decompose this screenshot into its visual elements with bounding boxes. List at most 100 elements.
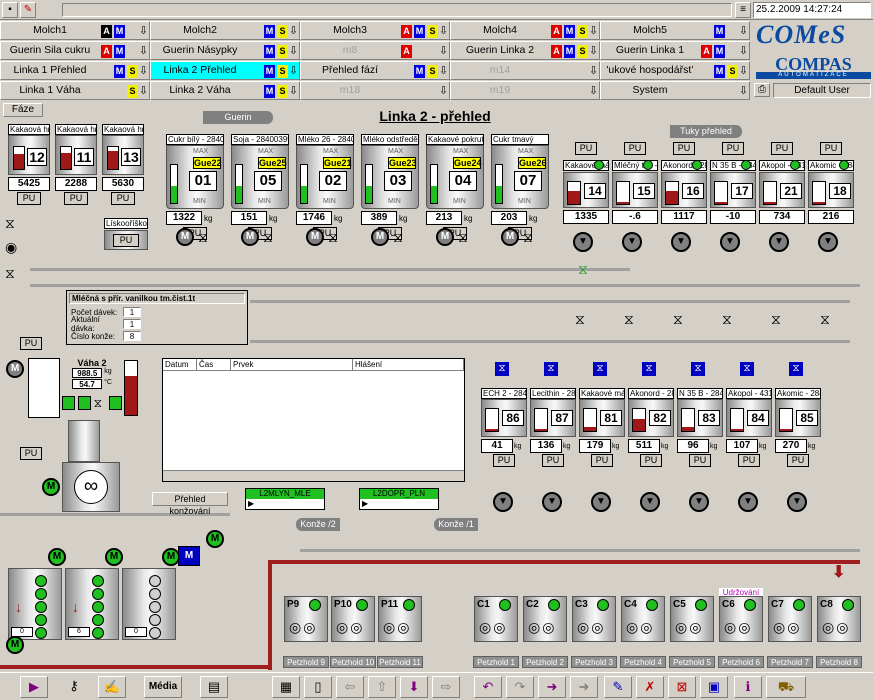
table-header[interactable]: Prvek — [231, 359, 353, 371]
truck-icon[interactable]: ⛟ — [766, 676, 806, 698]
petzhold-label[interactable]: Petzhold 10 — [330, 656, 376, 668]
valve-icon[interactable]: ⧖ — [5, 216, 15, 230]
key-icon[interactable]: ⚷ — [60, 676, 88, 698]
mill-status[interactable]: L2MLYN_MLE ▶ — [245, 488, 325, 510]
chevron-down-icon[interactable]: ⇩ — [737, 44, 750, 58]
pump-icon[interactable]: ▼ — [689, 492, 709, 512]
valve-icon[interactable]: ⧖ — [458, 230, 468, 244]
weigh-tank[interactable]: Akonord - 28 82 511 kg PU — [628, 388, 674, 468]
petzhold-label[interactable]: Petzhold 9 — [283, 656, 329, 668]
nav-cell[interactable]: Guerin Sila cukru A M ⇩ — [0, 41, 150, 60]
motor-icon[interactable]: M — [105, 548, 123, 566]
nav-cell[interactable]: Guerin Linka 1 A M ⇩ — [600, 41, 750, 60]
storage-tank[interactable]: Kakaová hm 11 2288PU — [55, 124, 97, 205]
pen-icon[interactable]: ✎ — [20, 2, 36, 18]
chevron-down-icon[interactable]: ⇩ — [437, 44, 450, 58]
pump-icon[interactable]: ▼ — [769, 232, 789, 252]
silo[interactable]: Soja - 28400399 MAX MIN Gue25 05 151 kg PU — [231, 134, 289, 244]
petzhold-label[interactable]: Petzhold 7 — [767, 656, 813, 668]
silo[interactable]: Mléko odstředě MAX MIN Gue23 03 389 kg PU — [361, 134, 419, 244]
message-table[interactable]: Datum Čas Prvek Hlášení — [162, 358, 465, 482]
valve-icon[interactable]: ⧖ — [523, 230, 533, 244]
valve-icon[interactable]: ⧖ — [740, 362, 754, 376]
fat-tank[interactable]: PU Akopol - 431 21 734 — [759, 142, 805, 224]
storage-tank[interactable]: Kakaová hm 12 5425PU — [8, 124, 50, 205]
nav-cell[interactable]: Molch4 A M S ⇩ — [450, 21, 600, 40]
chevron-down-icon[interactable]: ⇩ — [587, 24, 600, 38]
petzhold-label[interactable]: Petzhold 6 — [718, 656, 764, 668]
fat-tank[interactable]: PU Akonord - 28 16 1117 — [661, 142, 707, 224]
fat-tank[interactable]: PU Mléčný tuk -15 -.6 — [612, 142, 658, 224]
lisko-tank[interactable]: Lískooříškov PU — [104, 218, 148, 258]
conche[interactable]: P9 ◎◎ Petzhold 9 — [283, 576, 329, 668]
motor-icon[interactable]: M — [176, 228, 194, 246]
nav-cell[interactable]: m14 ⇩ — [450, 61, 600, 80]
mill-status[interactable]: L2DOPR_PLN ▶ — [359, 488, 439, 510]
valve-icon[interactable]: ⧖ — [593, 362, 607, 376]
fat-tank[interactable]: PU Akomic - 284 18 216 — [808, 142, 854, 224]
motor-icon[interactable]: M — [6, 360, 24, 378]
valve-icon[interactable]: ⧖ — [575, 312, 585, 326]
mixer[interactable]: 0 ↓ — [8, 568, 62, 640]
nav-cell[interactable]: Linka 2 Váha M S ⇩ — [150, 81, 300, 100]
conching-overview-button[interactable]: Přehled konžování — [152, 492, 228, 516]
print-icon[interactable]: ⎙ — [754, 83, 770, 97]
petzhold-label[interactable]: Petzhold 2 — [522, 656, 568, 668]
pump-icon[interactable]: ▼ — [671, 232, 691, 252]
silo[interactable]: Mléko 26 - 2840 MAX MIN Gue21 02 1746 kg PU — [296, 134, 354, 244]
silo[interactable]: Kakaové pokrut MAX MIN Gue24 04 213 kg PU — [426, 134, 484, 244]
chevron-down-icon[interactable]: ⇩ — [587, 84, 600, 98]
petzhold-label[interactable]: Petzhold 4 — [620, 656, 666, 668]
nav-cell[interactable]: Linka 1 Váha S ⇩ — [0, 81, 150, 100]
chevron-down-icon[interactable]: ⇩ — [137, 24, 150, 38]
motor-icon[interactable]: M — [48, 548, 66, 566]
pump-icon[interactable]: ▼ — [640, 492, 660, 512]
valve-icon[interactable]: ⧖ — [328, 230, 338, 244]
valve-icon[interactable]: ⧖ — [263, 230, 273, 244]
pump-icon[interactable]: ▼ — [542, 492, 562, 512]
motor-icon[interactable]: M — [178, 546, 200, 566]
storage-tank[interactable]: Kakaová hm 13 5630PU — [102, 124, 144, 205]
chevron-down-icon[interactable]: ⇩ — [287, 24, 300, 38]
weigh-tank[interactable]: N 35 B - 284 83 96 kg PU — [677, 388, 723, 468]
valve-icon[interactable]: ⧖ — [691, 362, 705, 376]
valve-icon[interactable]: ⧖ — [198, 230, 208, 244]
valve-icon[interactable]: ⧖ — [5, 266, 15, 280]
nav-cell[interactable]: Molch5 M ⇩ — [600, 21, 750, 40]
arrow-left-icon[interactable]: ⇦ — [336, 676, 364, 698]
chevron-down-icon[interactable]: ⇩ — [137, 84, 150, 98]
chevron-down-icon[interactable]: ⇩ — [737, 24, 750, 38]
silo[interactable]: Cukr tmavý MAX MIN Gue26 07 203 kg PU — [491, 134, 549, 244]
chevron-down-icon[interactable]: ⇩ — [437, 64, 450, 78]
motor-icon[interactable]: M — [42, 478, 60, 496]
conche[interactable]: C1 ◎◎ Petzhold 1 — [473, 576, 519, 668]
mixer[interactable]: 0 — [122, 568, 176, 640]
undo-icon[interactable]: ↶ — [474, 676, 502, 698]
weigh-tank[interactable]: ECH 2 - 2840 86 41 kg PU — [481, 388, 527, 468]
conche[interactable]: C7 ◎◎ Petzhold 7 — [767, 576, 813, 668]
conche[interactable]: P11 ◎◎ Petzhold 11 — [377, 576, 423, 668]
list-icon[interactable]: ▤ — [200, 676, 228, 698]
nav-cell[interactable]: Guerin Linka 2 A M S ⇩ — [450, 41, 600, 60]
valve-icon[interactable]: ⧖ — [722, 312, 732, 326]
nav-cell[interactable]: Molch1 A M ⇩ — [0, 21, 150, 40]
valve-icon[interactable]: ⧖ — [820, 312, 830, 326]
conche[interactable]: C8 ◎◎ Petzhold 8 — [816, 576, 862, 668]
calc-icon[interactable]: ▦ — [272, 676, 300, 698]
step-disabled-icon[interactable]: ➜ — [570, 676, 598, 698]
conche[interactable]: C5 ◎◎ Petzhold 5 — [669, 576, 715, 668]
pump-icon[interactable]: ▼ — [738, 492, 758, 512]
weigh-tank[interactable]: Akomic - 284 85 270 kg PU — [775, 388, 821, 468]
pump-icon[interactable]: ◉ — [5, 240, 17, 254]
weigh-tank[interactable]: Kakaové má 81 179 kg PU — [579, 388, 625, 468]
petzhold-label[interactable]: Petzhold 8 — [816, 656, 862, 668]
play-icon[interactable]: ▶ — [20, 676, 48, 698]
nav-cell[interactable]: Linka 1 Přehled M S ⇩ — [0, 61, 150, 80]
petzhold-label[interactable]: Petzhold 5 — [669, 656, 715, 668]
petzhold-label[interactable]: Petzhold 1 — [473, 656, 519, 668]
step-icon[interactable]: ➜ — [538, 676, 566, 698]
chevron-down-icon[interactable]: ⇩ — [437, 24, 450, 38]
motor-icon[interactable]: M — [6, 636, 24, 654]
chevron-down-icon[interactable]: ⇩ — [137, 44, 150, 58]
mill[interactable]: ∞ — [62, 462, 120, 512]
